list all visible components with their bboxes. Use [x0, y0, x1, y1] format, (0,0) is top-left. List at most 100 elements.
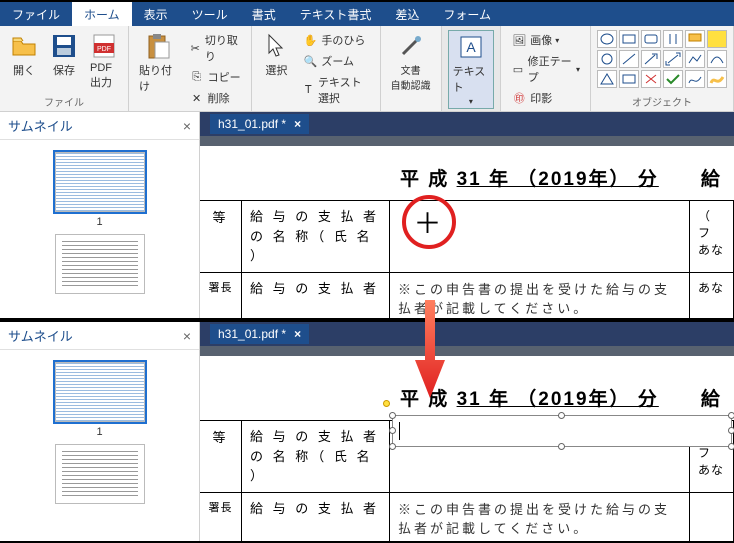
shape-triangle[interactable]	[597, 70, 617, 88]
resize-handle[interactable]	[728, 427, 734, 434]
text-select-button[interactable]: Ꭲテキスト選択	[298, 72, 373, 108]
shape-arrow[interactable]	[641, 50, 661, 68]
resize-handle[interactable]	[558, 412, 565, 419]
select-button[interactable]: 選択	[258, 30, 294, 80]
shape-check[interactable]	[663, 70, 683, 88]
document-tab[interactable]: h31_01.pdf *×	[210, 114, 309, 134]
zoom-icon: 🔍	[302, 53, 318, 69]
menu-tool[interactable]: ツール	[180, 2, 240, 26]
shape-highlight[interactable]	[707, 30, 727, 48]
document-canvas[interactable]: 平 成 31 年 （2019年） 分 給 等 給 与 の 支 払 者の 名 称（…	[200, 356, 734, 541]
delete-icon: ✕	[189, 90, 205, 106]
form-cell: 等	[200, 421, 242, 492]
menu-bar: ファイル ホーム 表示 ツール 書式 テキスト書式 差込 フォーム	[0, 2, 734, 26]
cursor-icon	[262, 32, 290, 60]
resize-handle[interactable]	[389, 412, 396, 419]
menu-view[interactable]: 表示	[132, 2, 180, 26]
shape-polyline[interactable]	[685, 50, 705, 68]
save-button[interactable]: 保存	[46, 30, 82, 80]
rotate-handle[interactable]	[383, 400, 390, 407]
hand-tool-button[interactable]: ✋手のひら	[298, 30, 373, 50]
thumbnail-page-2[interactable]	[55, 234, 145, 294]
document-title: 平 成 31 年 （2019年） 分 給	[400, 384, 722, 411]
cut-button[interactable]: ✂切り取り	[185, 30, 246, 66]
thumbnail-page-1[interactable]	[55, 362, 145, 422]
thumbnail-pane: サムネイル× 1	[0, 322, 200, 541]
text-caret	[399, 422, 400, 440]
shape-line[interactable]	[619, 50, 639, 68]
shape-marker[interactable]	[707, 70, 727, 88]
shape-curve[interactable]	[707, 50, 727, 68]
menu-file[interactable]: ファイル	[0, 2, 72, 26]
open-button[interactable]: 開く	[6, 30, 42, 80]
thumbnail-title: サムネイル	[8, 326, 73, 345]
svg-text:PDF: PDF	[97, 46, 111, 53]
document-tab[interactable]: h31_01.pdf *×	[210, 324, 309, 344]
thumbnail-page-2[interactable]	[55, 444, 145, 504]
shape-freehand[interactable]	[685, 70, 705, 88]
text-select-icon: Ꭲ	[302, 82, 315, 98]
shape-x[interactable]	[641, 70, 661, 88]
shape-double-arrow[interactable]	[663, 50, 683, 68]
menu-form[interactable]: フォーム	[431, 2, 503, 26]
document-canvas[interactable]: 平 成 31 年 （2019年） 分 給 等 給 与 の 支 払 者の 名 称（…	[200, 146, 734, 318]
shape-circle[interactable]	[597, 50, 617, 68]
pdf-export-button[interactable]: PDFPDF出力	[86, 30, 122, 92]
form-cell: 給 与 の 支 払 者	[242, 273, 390, 319]
resize-handle[interactable]	[728, 443, 734, 450]
ribbon-group-object: オブジェクト	[632, 92, 692, 109]
shape-rect-outline[interactable]	[619, 70, 639, 88]
resize-handle[interactable]	[558, 443, 565, 450]
inserted-text-box[interactable]	[392, 415, 732, 447]
thumbnail-title: サムネイル	[8, 116, 73, 135]
thumbnail-pane: サムネイル × 1	[0, 112, 200, 318]
resize-handle[interactable]	[728, 412, 734, 419]
form-cell: 給 与 の 支 払 者の 名 称（ 氏 名 ）	[242, 421, 390, 492]
menu-merge[interactable]: 差込	[383, 2, 431, 26]
paste-button[interactable]: 貼り付け	[135, 30, 181, 96]
close-tab-button[interactable]: ×	[294, 327, 301, 341]
image-icon: 🖼	[511, 32, 527, 48]
shape-bracket[interactable]	[663, 30, 683, 48]
text-tool-button[interactable]: Aテキスト▾	[448, 30, 495, 109]
shape-palette	[597, 30, 727, 88]
stamp-button[interactable]: ㊞印影	[507, 88, 584, 108]
image-button[interactable]: 🖼画像▾	[507, 30, 584, 50]
form-cell: 等	[200, 201, 242, 272]
text-box-icon: A	[457, 33, 485, 61]
shape-roundrect[interactable]	[641, 30, 661, 48]
close-thumbnail-button[interactable]: ×	[183, 118, 191, 134]
resize-handle[interactable]	[389, 443, 396, 450]
resize-handle[interactable]	[389, 427, 396, 434]
save-icon	[50, 32, 78, 60]
close-tab-button[interactable]: ×	[294, 117, 301, 131]
form-note: ※この申告書の提出を受けた給与の支払者が記載してください。	[390, 273, 690, 319]
dropdown-icon: ▾	[469, 97, 473, 106]
shape-callout[interactable]	[685, 30, 705, 48]
menu-format[interactable]: 書式	[240, 2, 288, 26]
ribbon-group-file: ファイル	[44, 92, 84, 109]
form-note: ※この申告書の提出を受けた給与の支払者が記載してください。	[390, 493, 690, 542]
shape-ellipse[interactable]	[597, 30, 617, 48]
dropdown-icon: ▾	[555, 36, 559, 45]
close-thumbnail-button[interactable]: ×	[183, 328, 191, 344]
tape-icon: ▭	[511, 61, 524, 77]
delete-button[interactable]: ✕削除	[185, 88, 246, 108]
auto-recognize-button[interactable]: 文書 自動認識	[387, 30, 435, 94]
correction-tape-button[interactable]: ▭修正テープ▾	[507, 51, 584, 87]
zoom-tool-button[interactable]: 🔍ズーム	[298, 51, 373, 71]
form-value-cell[interactable]: ＋	[390, 201, 690, 272]
hand-icon: ✋	[302, 32, 318, 48]
menu-home[interactable]: ホーム	[72, 2, 132, 26]
menu-textformat[interactable]: テキスト書式	[288, 2, 384, 26]
page-number: 1	[8, 216, 191, 228]
form-cell: （ フあな	[690, 201, 734, 272]
svg-text:A: A	[466, 39, 476, 55]
scissors-icon: ✂	[189, 40, 202, 56]
ribbon: 開く 保存 PDFPDF出力 ファイル 貼り付け ✂切り取り ⎘コピー ✕削除 …	[0, 26, 734, 112]
thumbnail-page-1[interactable]	[55, 152, 145, 212]
copy-button[interactable]: ⎘コピー	[185, 67, 246, 87]
form-value-cell[interactable]	[390, 421, 690, 492]
shape-rect[interactable]	[619, 30, 639, 48]
pdf-icon: PDF	[90, 32, 118, 60]
